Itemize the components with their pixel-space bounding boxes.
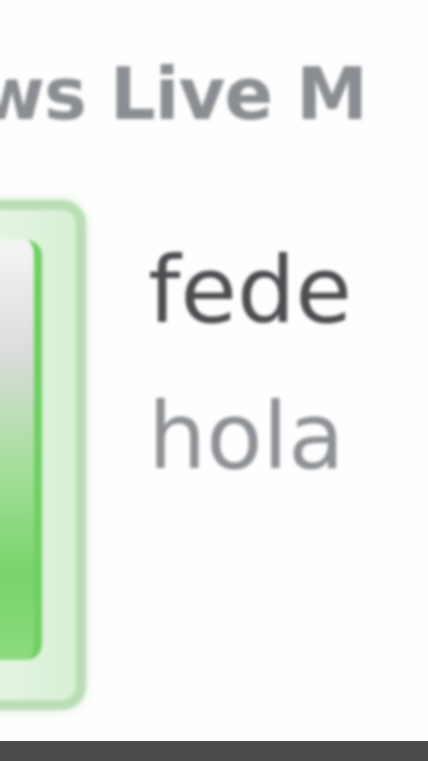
window-title-bar: ows Live M bbox=[0, 48, 428, 140]
user-avatar-icon bbox=[0, 200, 86, 710]
notification-popup[interactable]: ows Live M fede hola bbox=[0, 0, 428, 761]
window-title: ows Live M bbox=[0, 52, 368, 136]
message-preview: hola bbox=[148, 383, 345, 490]
avatar-status-frame bbox=[0, 240, 42, 660]
contact-name: fede bbox=[148, 237, 352, 344]
bottom-edge-bar bbox=[0, 741, 428, 761]
notification-content[interactable]: fede hola bbox=[148, 232, 428, 496]
